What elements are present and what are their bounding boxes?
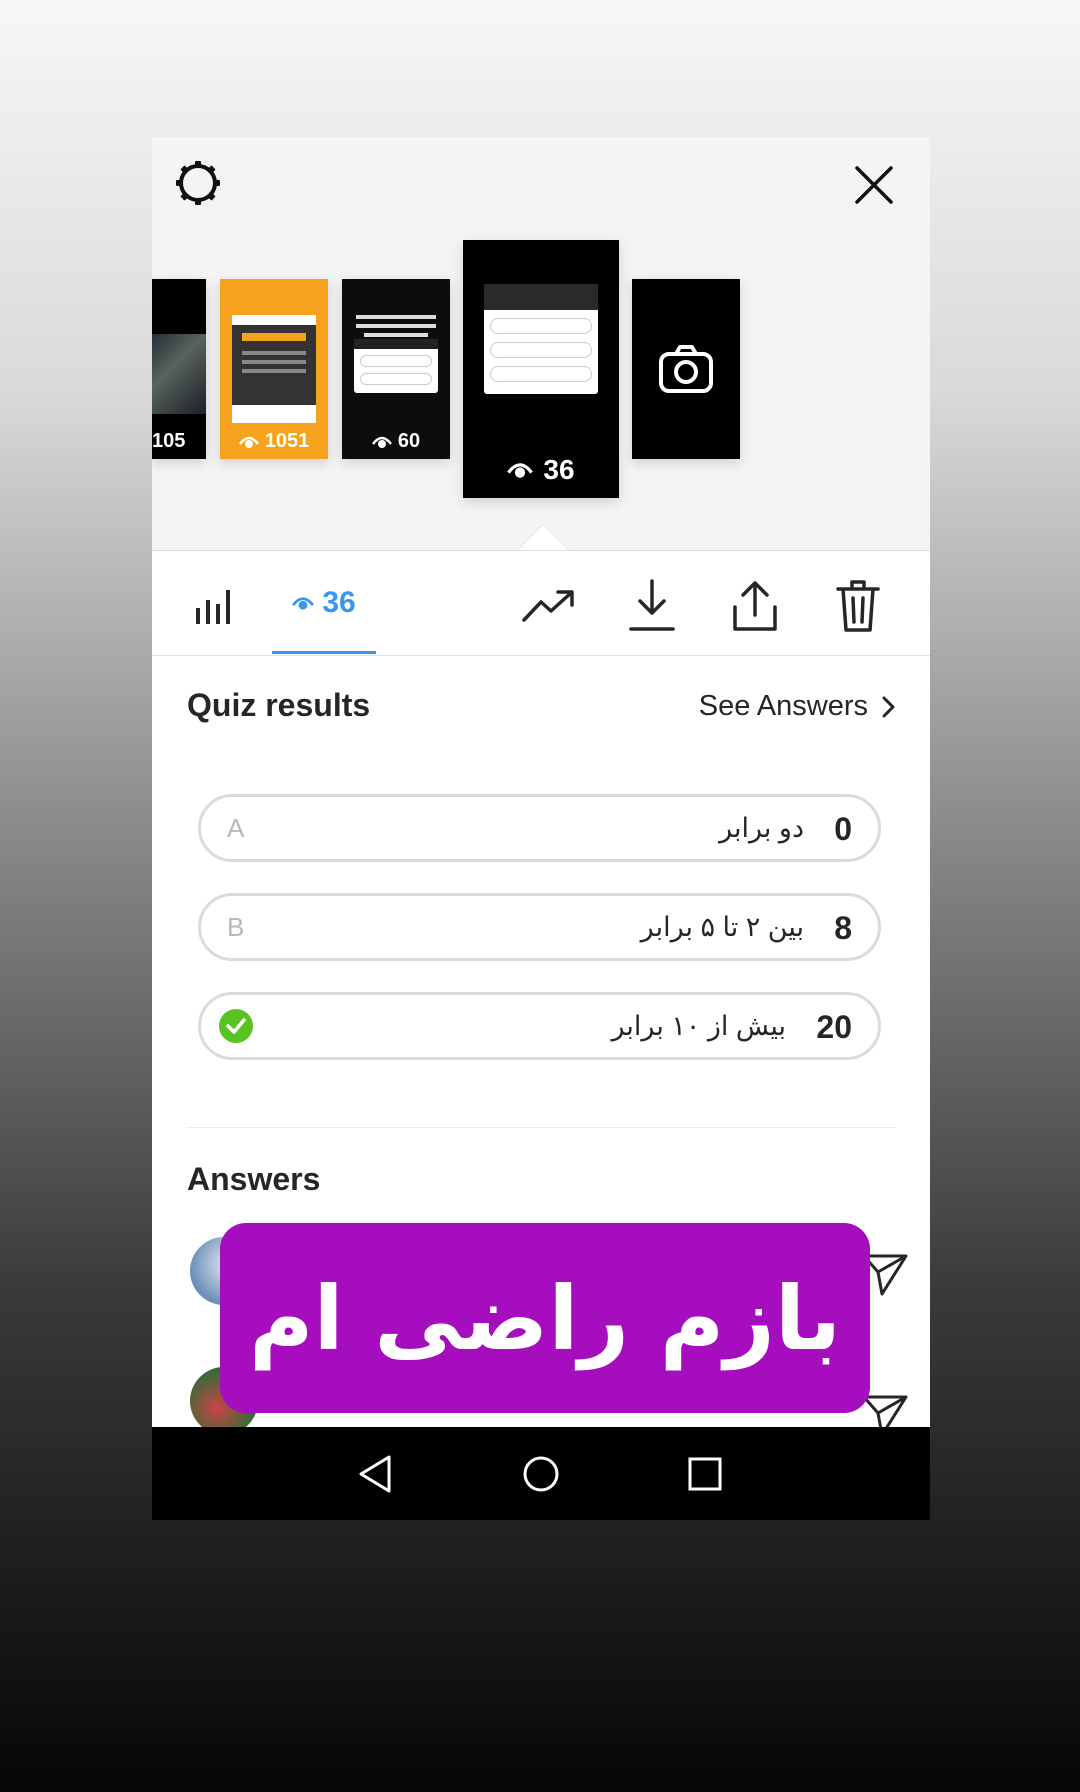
quiz-results-title: Quiz results	[187, 687, 371, 723]
correct-answer-check-icon	[219, 1009, 253, 1043]
story-views-count: 36	[543, 454, 575, 485]
settings-button[interactable]	[174, 159, 222, 207]
bar-chart-icon	[196, 590, 230, 624]
story-thumbnail[interactable]: 1051	[220, 279, 328, 459]
download-icon	[629, 579, 675, 631]
answers-title: Answers	[187, 1161, 321, 1197]
story-tray: 105 1051 60 36	[152, 137, 930, 550]
see-answers-label: See Answers	[698, 690, 868, 722]
quiz-option-correct: بیش از ۱۰ برابر 20	[198, 992, 881, 1060]
nav-recents-button[interactable]	[682, 1451, 728, 1497]
story-thumbnail[interactable]: 60	[342, 279, 450, 459]
camera-icon	[659, 345, 713, 393]
system-navigation-bar	[152, 1427, 930, 1520]
viewers-count: 36	[322, 585, 356, 619]
viewers-tab[interactable]: 36	[272, 551, 376, 654]
share-button[interactable]	[728, 579, 782, 633]
quiz-option: A دو برابر 0	[198, 794, 881, 862]
text-sticker-overlay: بازم راضی ام	[220, 1223, 870, 1413]
story-thumbnail[interactable]: 105	[152, 279, 206, 459]
delete-button[interactable]	[831, 579, 885, 633]
eye-icon	[371, 436, 392, 448]
promote-button[interactable]	[522, 579, 576, 633]
option-text: بین ۲ تا ۵ برابر	[640, 912, 804, 942]
close-icon	[855, 166, 893, 204]
gear-icon	[176, 161, 220, 205]
chevron-right-icon	[882, 696, 895, 717]
option-letter: B	[227, 912, 245, 942]
download-button[interactable]	[625, 579, 679, 633]
option-letter: A	[227, 813, 245, 843]
close-button[interactable]	[852, 163, 896, 207]
recents-square-icon	[688, 1457, 722, 1491]
home-circle-icon	[523, 1456, 559, 1492]
option-text: دو برابر	[719, 813, 804, 843]
eye-icon	[292, 596, 315, 610]
story-views-count: 1051	[264, 430, 310, 452]
story-views-count: 105	[152, 430, 186, 452]
option-count: 0	[834, 811, 852, 847]
selected-story-pointer	[517, 524, 569, 550]
insights-toolbar: 36	[152, 550, 930, 656]
option-count: 20	[816, 1009, 852, 1045]
option-count: 8	[834, 910, 852, 946]
story-thumbnail-selected[interactable]: 36	[463, 240, 619, 498]
add-story-camera-tile[interactable]	[632, 279, 740, 459]
nav-back-button[interactable]	[352, 1451, 398, 1497]
quiz-option: B بین ۲ تا ۵ برابر 8	[198, 893, 881, 961]
back-triangle-icon	[359, 1455, 391, 1493]
share-icon	[733, 581, 777, 631]
section-divider	[186, 1127, 896, 1128]
insights-tab[interactable]	[186, 579, 240, 633]
nav-home-button[interactable]	[518, 1451, 564, 1497]
trend-icon	[522, 590, 574, 622]
sticker-text: بازم راضی ام	[248, 1266, 842, 1370]
eye-icon	[238, 436, 259, 448]
trash-icon	[836, 580, 880, 632]
story-views-count: 60	[397, 430, 421, 452]
see-answers-link[interactable]: See Answers	[699, 690, 896, 723]
option-text: بیش از ۱۰ برابر	[611, 1011, 786, 1041]
eye-icon	[507, 463, 534, 478]
active-tab-indicator	[272, 651, 376, 654]
